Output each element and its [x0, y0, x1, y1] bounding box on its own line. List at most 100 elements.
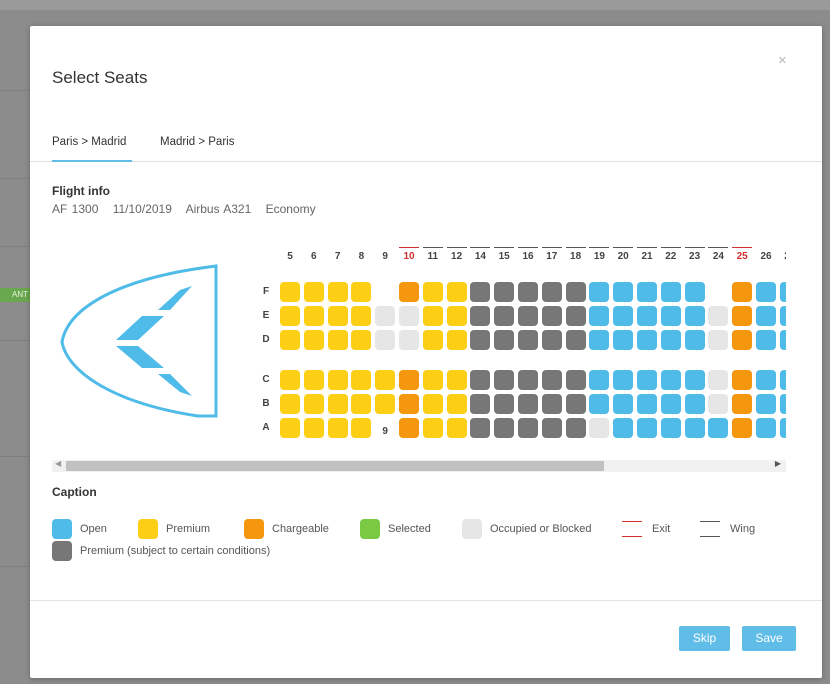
chargeable-seat[interactable]: [732, 330, 753, 350]
chargeable-seat[interactable]: [399, 394, 419, 414]
open-seat[interactable]: [613, 306, 634, 326]
open-seat[interactable]: [684, 370, 705, 390]
open-seat[interactable]: [756, 306, 776, 326]
conditional-premium-seat[interactable]: [518, 282, 538, 302]
premium-seat[interactable]: [303, 282, 324, 302]
open-seat[interactable]: [589, 282, 610, 302]
premium-seat[interactable]: [351, 370, 372, 390]
conditional-premium-seat[interactable]: [565, 282, 586, 302]
open-seat[interactable]: [756, 418, 776, 438]
conditional-premium-seat[interactable]: [518, 306, 538, 326]
conditional-premium-seat[interactable]: [541, 394, 562, 414]
chargeable-seat[interactable]: [399, 418, 419, 438]
open-seat[interactable]: [684, 282, 705, 302]
open-seat[interactable]: [779, 306, 786, 326]
open-seat[interactable]: [613, 418, 634, 438]
open-seat[interactable]: [589, 394, 610, 414]
tab-madrid-paris[interactable]: Madrid > Paris: [160, 136, 234, 162]
conditional-premium-seat[interactable]: [470, 418, 491, 438]
premium-seat[interactable]: [303, 394, 324, 414]
open-seat[interactable]: [756, 394, 776, 414]
premium-seat[interactable]: [351, 394, 372, 414]
conditional-premium-seat[interactable]: [518, 418, 538, 438]
open-seat[interactable]: [756, 370, 776, 390]
open-seat[interactable]: [756, 330, 776, 350]
open-seat[interactable]: [660, 370, 681, 390]
conditional-premium-seat[interactable]: [541, 282, 562, 302]
premium-seat[interactable]: [280, 370, 300, 390]
conditional-premium-seat[interactable]: [565, 370, 586, 390]
premium-seat[interactable]: [375, 394, 396, 414]
conditional-premium-seat[interactable]: [565, 306, 586, 326]
conditional-premium-seat[interactable]: [470, 370, 491, 390]
premium-seat[interactable]: [375, 370, 396, 390]
open-seat[interactable]: [613, 282, 634, 302]
conditional-premium-seat[interactable]: [494, 370, 515, 390]
open-seat[interactable]: [637, 306, 657, 326]
open-seat[interactable]: [660, 330, 681, 350]
premium-seat[interactable]: [280, 330, 300, 350]
open-seat[interactable]: [779, 282, 786, 302]
premium-seat[interactable]: [280, 282, 300, 302]
conditional-premium-seat[interactable]: [565, 330, 586, 350]
conditional-premium-seat[interactable]: [470, 306, 491, 326]
conditional-premium-seat[interactable]: [494, 306, 515, 326]
open-seat[interactable]: [589, 306, 610, 326]
conditional-premium-seat[interactable]: [541, 306, 562, 326]
save-button[interactable]: Save: [742, 626, 796, 651]
premium-seat[interactable]: [327, 370, 348, 390]
open-seat[interactable]: [756, 282, 776, 302]
open-seat[interactable]: [708, 418, 729, 438]
chargeable-seat[interactable]: [399, 282, 419, 302]
premium-seat[interactable]: [446, 330, 467, 350]
open-seat[interactable]: [637, 282, 657, 302]
premium-seat[interactable]: [446, 418, 467, 438]
premium-seat[interactable]: [446, 282, 467, 302]
premium-seat[interactable]: [280, 306, 300, 326]
open-seat[interactable]: [589, 370, 610, 390]
open-seat[interactable]: [589, 330, 610, 350]
open-seat[interactable]: [637, 394, 657, 414]
premium-seat[interactable]: [351, 306, 372, 326]
scroll-left-arrow-icon[interactable]: ◀: [55, 459, 61, 468]
conditional-premium-seat[interactable]: [518, 370, 538, 390]
chargeable-seat[interactable]: [732, 418, 753, 438]
open-seat[interactable]: [779, 418, 786, 438]
chargeable-seat[interactable]: [732, 306, 753, 326]
close-icon[interactable]: ×: [778, 52, 787, 69]
scrollbar-thumb[interactable]: [66, 461, 604, 471]
chargeable-seat[interactable]: [399, 370, 419, 390]
premium-seat[interactable]: [422, 282, 443, 302]
tab-paris-madrid[interactable]: Paris > Madrid: [52, 136, 132, 162]
open-seat[interactable]: [684, 306, 705, 326]
conditional-premium-seat[interactable]: [470, 330, 491, 350]
chargeable-seat[interactable]: [732, 282, 753, 302]
conditional-premium-seat[interactable]: [470, 394, 491, 414]
open-seat[interactable]: [779, 394, 786, 414]
premium-seat[interactable]: [422, 330, 443, 350]
open-seat[interactable]: [637, 330, 657, 350]
premium-seat[interactable]: [351, 418, 372, 438]
open-seat[interactable]: [779, 370, 786, 390]
conditional-premium-seat[interactable]: [494, 394, 515, 414]
open-seat[interactable]: [660, 418, 681, 438]
premium-seat[interactable]: [446, 306, 467, 326]
conditional-premium-seat[interactable]: [494, 330, 515, 350]
chargeable-seat[interactable]: [732, 370, 753, 390]
premium-seat[interactable]: [422, 306, 443, 326]
premium-seat[interactable]: [280, 418, 300, 438]
premium-seat[interactable]: [303, 370, 324, 390]
open-seat[interactable]: [684, 330, 705, 350]
premium-seat[interactable]: [327, 330, 348, 350]
conditional-premium-seat[interactable]: [541, 370, 562, 390]
premium-seat[interactable]: [303, 418, 324, 438]
premium-seat[interactable]: [446, 394, 467, 414]
conditional-premium-seat[interactable]: [518, 330, 538, 350]
premium-seat[interactable]: [422, 370, 443, 390]
premium-seat[interactable]: [446, 370, 467, 390]
premium-seat[interactable]: [422, 394, 443, 414]
chargeable-seat[interactable]: [732, 394, 753, 414]
premium-seat[interactable]: [303, 330, 324, 350]
open-seat[interactable]: [684, 418, 705, 438]
conditional-premium-seat[interactable]: [494, 282, 515, 302]
